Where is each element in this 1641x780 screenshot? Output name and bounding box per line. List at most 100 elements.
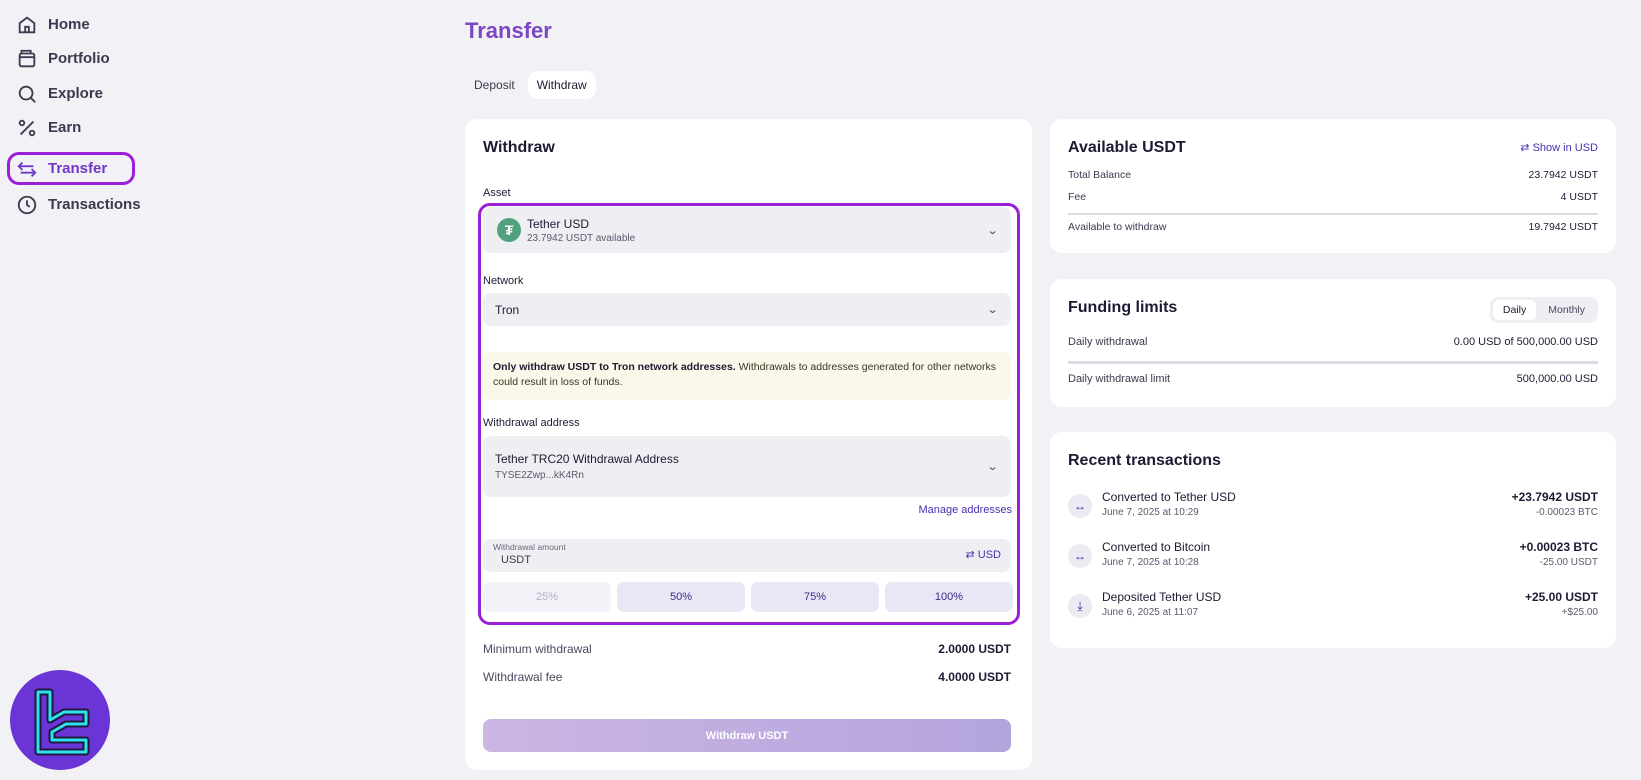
transfer-arrows-icon: [17, 161, 37, 177]
daily-value: 0.00 USD of 500,000.00 USD: [1453, 336, 1598, 348]
daily-option[interactable]: Daily: [1492, 300, 1537, 320]
daily-limit-row: Daily withdrawal limit 500,000.00 USD: [1068, 373, 1598, 385]
currency-toggle[interactable]: ⇄ USD: [965, 548, 1001, 561]
sidebar-item-portfolio[interactable]: Portfolio: [7, 42, 135, 75]
sidebar-item-transfer[interactable]: Transfer: [7, 152, 135, 185]
tx-amount: +25.00 USDT: [1524, 590, 1598, 604]
total-value: 23.7942 USDT: [1528, 169, 1598, 181]
min-value: 2.0000 USDT: [938, 642, 1011, 656]
swap-icon: ⇄: [965, 549, 975, 561]
withdrawal-amount-input[interactable]: Withdrawal amount USDT ⇄ USD: [483, 539, 1011, 572]
search-icon: [18, 85, 36, 103]
fee-row: Fee 4 USDT: [1068, 191, 1598, 203]
percent-100-button[interactable]: 100%: [885, 582, 1013, 612]
sidebar-item-label: Explore: [48, 85, 104, 102]
divider: [1068, 213, 1598, 215]
percent-50-button[interactable]: 50%: [617, 582, 745, 612]
available-value: 19.7942 USDT: [1528, 221, 1598, 233]
show-in-usd-link[interactable]: ⇄ Show in USD: [1520, 141, 1598, 154]
percent-25-button[interactable]: 25%: [483, 582, 611, 612]
transfer-tabs: Deposit Withdraw: [465, 71, 596, 99]
chevron-down-icon: ⌄: [986, 461, 999, 473]
page-title: Transfer: [465, 18, 552, 43]
network-select[interactable]: Tron ⌄: [483, 293, 1011, 326]
amount-label: Withdrawal amount: [493, 542, 566, 552]
convert-icon: ↔: [1068, 494, 1092, 518]
asset-label: Asset: [483, 187, 511, 199]
tx-amount: +0.00023 BTC: [1519, 540, 1598, 554]
show-in-usd-label: Show in USD: [1532, 142, 1598, 154]
percent-icon: [18, 119, 36, 136]
tx-date: June 7, 2025 at 10:29: [1102, 507, 1199, 518]
asset-name: Tether USD: [527, 216, 590, 231]
convert-icon: ↔: [1068, 544, 1092, 568]
tx-date: June 6, 2025 at 11:07: [1102, 607, 1199, 618]
recent-transactions-card: Recent transactions ↔ Converted to Tethe…: [1050, 432, 1616, 648]
percent-75-button[interactable]: 75%: [751, 582, 879, 612]
sidebar-item-label: Portfolio: [48, 50, 110, 67]
brand-logo: [10, 670, 110, 770]
tab-deposit[interactable]: Deposit: [465, 71, 524, 99]
withdraw-submit-button[interactable]: Withdraw USDT: [483, 719, 1011, 752]
sidebar-item-explore[interactable]: Explore: [7, 77, 135, 110]
limit-label: Daily withdrawal limit: [1068, 373, 1171, 385]
sidebar-item-label: Transfer: [48, 160, 108, 177]
address-label: Withdrawal address: [483, 417, 580, 429]
transaction-row[interactable]: ⤓ Deposited Tether USD June 6, 2025 at 1…: [1068, 590, 1598, 622]
percent-buttons: 25% 50% 75% 100%: [483, 582, 1013, 612]
currency-toggle-label: USD: [977, 549, 1001, 561]
address-select[interactable]: Tether TRC20 Withdrawal Address TYSE2Zwp…: [483, 436, 1011, 497]
available-card: Available USDT ⇄ Show in USD Total Balan…: [1050, 119, 1616, 253]
total-label: Total Balance: [1068, 169, 1132, 181]
tab-withdraw[interactable]: Withdraw: [527, 71, 596, 99]
transaction-row[interactable]: ↔ Converted to Tether USD June 7, 2025 a…: [1068, 490, 1598, 522]
sidebar-item-label: Transactions: [48, 196, 141, 213]
limit-value: 500,000.00 USD: [1516, 373, 1598, 385]
home-icon: [18, 16, 36, 33]
withdraw-card: Withdraw Asset ₮ Tether USD 23.7942 USDT…: [465, 119, 1032, 770]
withdrawal-fee-row: Withdrawal fee 4.0000 USDT: [483, 670, 1011, 684]
tx-sub-amount: +$25.00: [1561, 607, 1598, 618]
funding-limits-card: Funding limits Daily Monthly Daily withd…: [1050, 279, 1616, 407]
limits-title: Funding limits: [1068, 299, 1178, 316]
fee-value: 4.0000 USDT: [938, 670, 1011, 684]
monthly-option[interactable]: Monthly: [1538, 300, 1595, 320]
sidebar-item-earn[interactable]: Earn: [7, 111, 135, 144]
available-row: Available to withdraw 19.7942 USDT: [1068, 221, 1598, 233]
chevron-down-icon: ⌄: [986, 304, 999, 316]
daily-withdrawal-row: Daily withdrawal 0.00 USD of 500,000.00 …: [1068, 336, 1598, 348]
network-label: Network: [483, 275, 524, 287]
swap-icon: ⇄: [1520, 142, 1530, 154]
asset-available: 23.7942 USDT available: [527, 232, 636, 244]
address-value: TYSE2Zwp...kK4Rn: [495, 470, 584, 481]
tx-title: Converted to Tether USD: [1102, 490, 1236, 504]
asset-select[interactable]: ₮ Tether USD 23.7942 USDT available ⌄: [483, 207, 1011, 253]
chevron-down-icon: ⌄: [986, 224, 999, 237]
usage-bar: [1068, 361, 1598, 364]
wallet-icon: [18, 49, 36, 67]
tether-icon: ₮: [497, 218, 521, 242]
period-toggle: Daily Monthly: [1489, 297, 1598, 323]
sidebar-item-transactions[interactable]: Transactions: [7, 188, 141, 221]
clock-icon: [17, 195, 37, 214]
available-label: Available to withdraw: [1068, 221, 1167, 233]
address-name: Tether TRC20 Withdrawal Address: [495, 452, 679, 466]
sidebar-item-label: Earn: [48, 119, 82, 136]
fee-label: Withdrawal fee: [483, 670, 563, 684]
manage-addresses-link[interactable]: Manage addresses: [918, 504, 1012, 516]
minimum-withdrawal-row: Minimum withdrawal 2.0000 USDT: [483, 642, 1011, 656]
tx-sub-amount: -25.00 USDT: [1539, 557, 1598, 568]
tx-date: June 7, 2025 at 10:28: [1102, 557, 1199, 568]
recent-title: Recent transactions: [1068, 452, 1221, 469]
network-value: Tron: [495, 302, 520, 317]
tx-title: Converted to Bitcoin: [1102, 540, 1211, 554]
transaction-row[interactable]: ↔ Converted to Bitcoin June 7, 2025 at 1…: [1068, 540, 1598, 572]
daily-label: Daily withdrawal: [1068, 336, 1148, 348]
tx-title: Deposited Tether USD: [1102, 590, 1222, 604]
fee-label: Fee: [1068, 191, 1087, 203]
sidebar-item-label: Home: [48, 16, 90, 33]
sidebar-item-home[interactable]: Home: [7, 8, 135, 41]
tx-amount: +23.7942 USDT: [1511, 490, 1598, 504]
tx-sub-amount: -0.00023 BTC: [1535, 507, 1598, 518]
total-balance-row: Total Balance 23.7942 USDT: [1068, 169, 1598, 181]
